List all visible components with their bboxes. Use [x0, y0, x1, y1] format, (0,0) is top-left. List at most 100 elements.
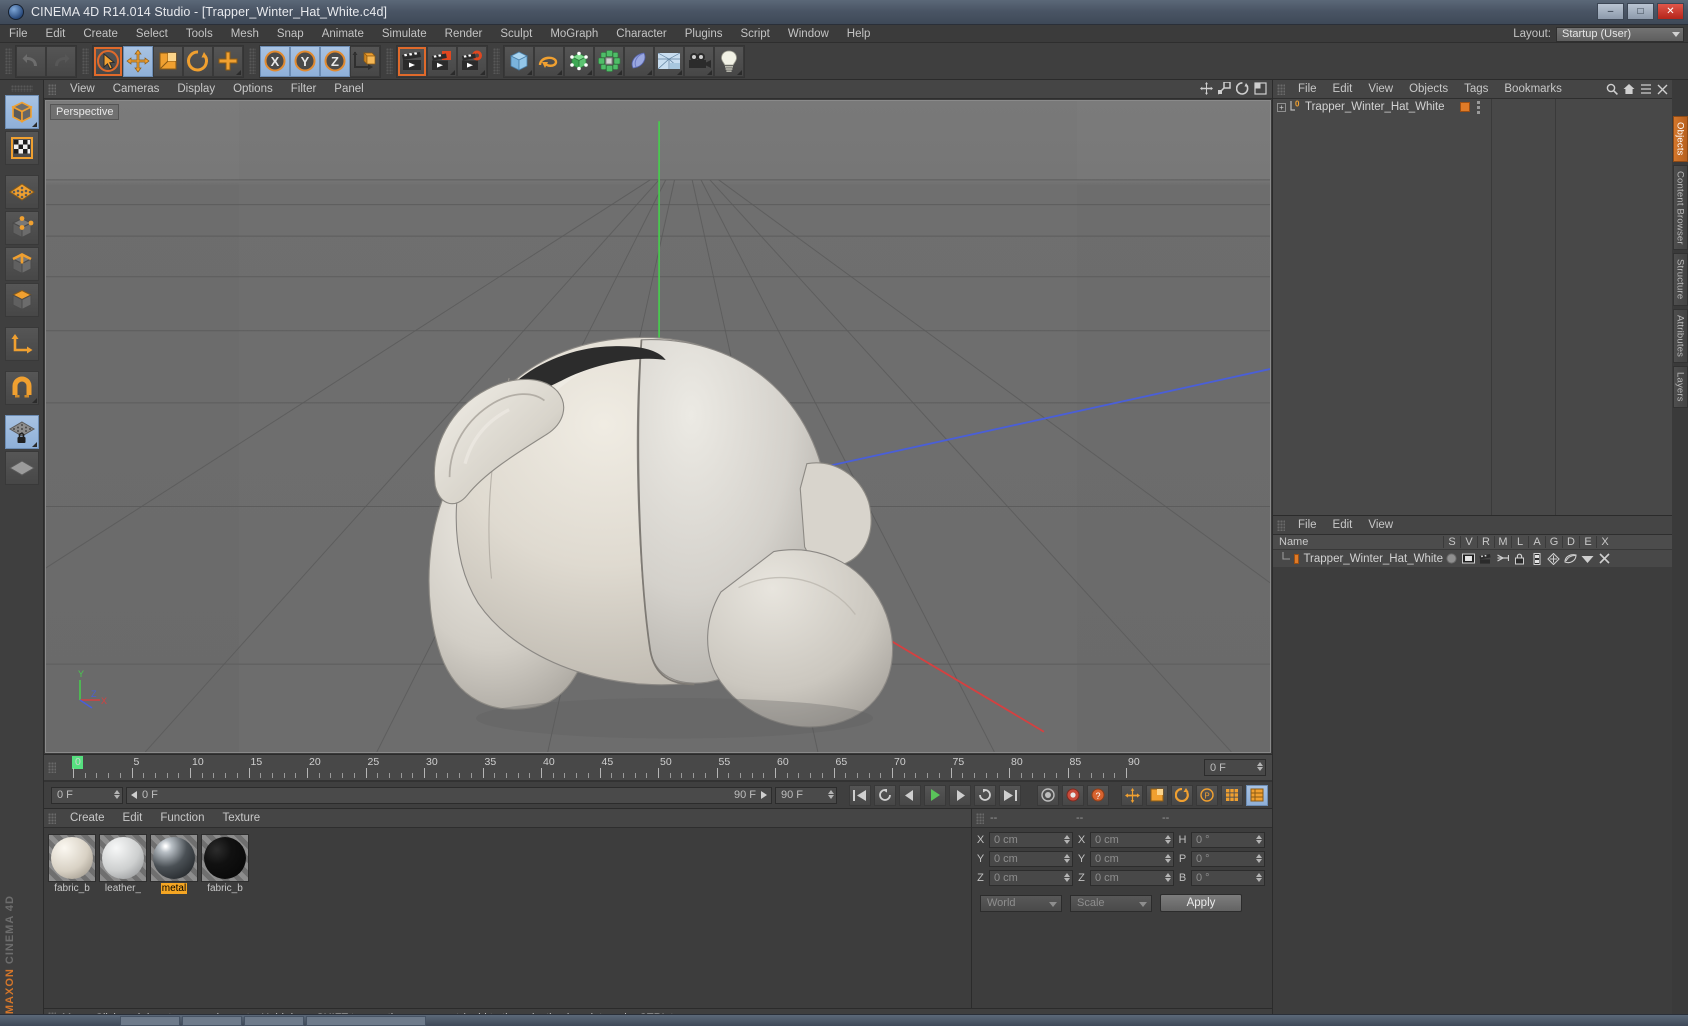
expand-icon[interactable]: +: [1277, 102, 1286, 112]
redo-button[interactable]: [46, 45, 76, 77]
coord-spinner[interactable]: [1064, 854, 1070, 863]
object-menu-view[interactable]: View: [1360, 80, 1401, 99]
menu-select[interactable]: Select: [127, 25, 177, 43]
layer-col-x[interactable]: X: [1596, 536, 1613, 548]
move-tool[interactable]: [123, 45, 153, 77]
material-menu-grip[interactable]: [48, 812, 56, 824]
taskbar-item[interactable]: [120, 1015, 180, 1026]
coord-field-rot-h[interactable]: 0 °: [1191, 832, 1265, 848]
object-tree[interactable]: + 0 Trapper_Winter_Hat_White: [1273, 99, 1672, 515]
layer-render-cell[interactable]: [1477, 553, 1494, 564]
position-key-toggle[interactable]: [1121, 784, 1143, 806]
coord-spinner[interactable]: [1256, 854, 1262, 863]
coord-spinner[interactable]: [1064, 835, 1070, 844]
coord-spinner[interactable]: [1256, 835, 1262, 844]
world-object-axis[interactable]: [350, 45, 380, 77]
rotate-tool[interactable]: [183, 45, 213, 77]
coord-spinner[interactable]: [1165, 873, 1171, 882]
layout-dropdown[interactable]: Startup (User): [1556, 26, 1684, 42]
pla-key-toggle[interactable]: P: [1196, 784, 1218, 806]
minimize-button[interactable]: –: [1597, 3, 1624, 20]
add-generator[interactable]: [564, 45, 594, 77]
menu-simulate[interactable]: Simulate: [373, 25, 436, 43]
close-icon[interactable]: [1657, 84, 1668, 98]
viewport-menu-view[interactable]: View: [61, 80, 104, 99]
layer-col-r[interactable]: R: [1477, 536, 1494, 548]
rotation-key-toggle[interactable]: [1171, 784, 1193, 806]
model-mode[interactable]: [4, 95, 39, 129]
menu-create[interactable]: Create: [74, 25, 127, 43]
go-to-start-button[interactable]: [849, 784, 871, 806]
menu-tools[interactable]: Tools: [177, 25, 222, 43]
render-region[interactable]: [427, 45, 457, 77]
material-item[interactable]: fabric_b: [201, 834, 249, 894]
object-menu-objects[interactable]: Objects: [1401, 80, 1456, 99]
texture-mode[interactable]: [4, 131, 39, 165]
menu-window[interactable]: Window: [779, 25, 838, 43]
record-active-objects[interactable]: [1037, 784, 1059, 806]
add-deformer[interactable]: [624, 45, 654, 77]
coord-field-size-x[interactable]: 0 cm: [1090, 832, 1174, 848]
coord-field-size-y[interactable]: 0 cm: [1090, 851, 1174, 867]
add-tool[interactable]: [213, 45, 243, 77]
layer-visible-cell[interactable]: [1460, 553, 1477, 564]
collapse-icon[interactable]: [1640, 83, 1652, 98]
layer-col-g[interactable]: G: [1545, 536, 1562, 548]
coord-system-dropdown[interactable]: World: [980, 894, 1062, 912]
object-menu-grip[interactable]: [1277, 83, 1285, 95]
render-settings[interactable]: [457, 45, 487, 77]
go-to-end-button[interactable]: [999, 784, 1021, 806]
play-backwards-loop-button[interactable]: [874, 784, 896, 806]
coord-field-rot-b[interactable]: 0 °: [1191, 870, 1265, 886]
edge-mode[interactable]: [4, 247, 39, 281]
coord-field-pos-x[interactable]: 0 cm: [989, 832, 1073, 848]
lock-x-axis[interactable]: X: [260, 45, 290, 77]
layer-solo-cell[interactable]: [1443, 553, 1460, 564]
material-menu-texture[interactable]: Texture: [213, 809, 269, 828]
left-toolbar-grip[interactable]: [10, 85, 33, 92]
point-mode[interactable]: [4, 211, 39, 245]
dope-sheet-toggle[interactable]: [1246, 784, 1268, 806]
time-range-bar[interactable]: 0 F 90 F: [126, 786, 772, 804]
material-menu-edit[interactable]: Edit: [114, 809, 152, 828]
play-button[interactable]: [924, 784, 946, 806]
menu-snap[interactable]: Snap: [268, 25, 313, 43]
layer-generators-cell[interactable]: [1545, 552, 1562, 565]
menu-edit[interactable]: Edit: [37, 25, 75, 43]
layer-color-swatch[interactable]: [1294, 553, 1300, 564]
layer-expressions-cell[interactable]: [1579, 554, 1596, 564]
menu-character[interactable]: Character: [607, 25, 676, 43]
tab-content-browser[interactable]: Content Browser: [1672, 164, 1688, 251]
coord-field-size-z[interactable]: 0 cm: [1090, 870, 1174, 886]
material-item[interactable]: leather_: [99, 834, 147, 894]
close-button[interactable]: ✕: [1657, 3, 1684, 20]
material-swatch[interactable]: [201, 834, 249, 882]
coord-spinner[interactable]: [1064, 873, 1070, 882]
axis-mode[interactable]: [4, 327, 39, 361]
material-menu-create[interactable]: Create: [61, 809, 114, 828]
layer-col-d[interactable]: D: [1562, 536, 1579, 548]
material-list[interactable]: fabric_b leather_ metal fabric_b: [44, 828, 971, 1008]
step-forward-button[interactable]: [949, 784, 971, 806]
move-view-icon[interactable]: [1200, 82, 1213, 98]
play-forward-loop-button[interactable]: [974, 784, 996, 806]
layer-menu-view[interactable]: View: [1360, 516, 1401, 535]
add-spline[interactable]: [534, 45, 564, 77]
toolbar-grip-3[interactable]: [249, 48, 256, 74]
maximize-button[interactable]: □: [1627, 3, 1654, 20]
viewport-menu-display[interactable]: Display: [168, 80, 224, 99]
menu-file[interactable]: File: [0, 25, 37, 43]
coord-field-pos-z[interactable]: 0 cm: [989, 870, 1073, 886]
keyframe-selection[interactable]: ?: [1087, 784, 1109, 806]
apply-button[interactable]: Apply: [1160, 894, 1242, 912]
coord-spinner[interactable]: [1165, 835, 1171, 844]
menu-render[interactable]: Render: [436, 25, 492, 43]
coordinates-grip[interactable]: [976, 812, 984, 824]
layer-col-a[interactable]: A: [1528, 536, 1545, 548]
ruler-grip[interactable]: [48, 762, 56, 773]
layer-col-l[interactable]: L: [1511, 536, 1528, 548]
layer-xref-cell[interactable]: [1596, 553, 1613, 564]
add-camera[interactable]: [684, 45, 714, 77]
workplane-lock[interactable]: [4, 415, 39, 449]
material-item[interactable]: metal: [150, 834, 198, 894]
